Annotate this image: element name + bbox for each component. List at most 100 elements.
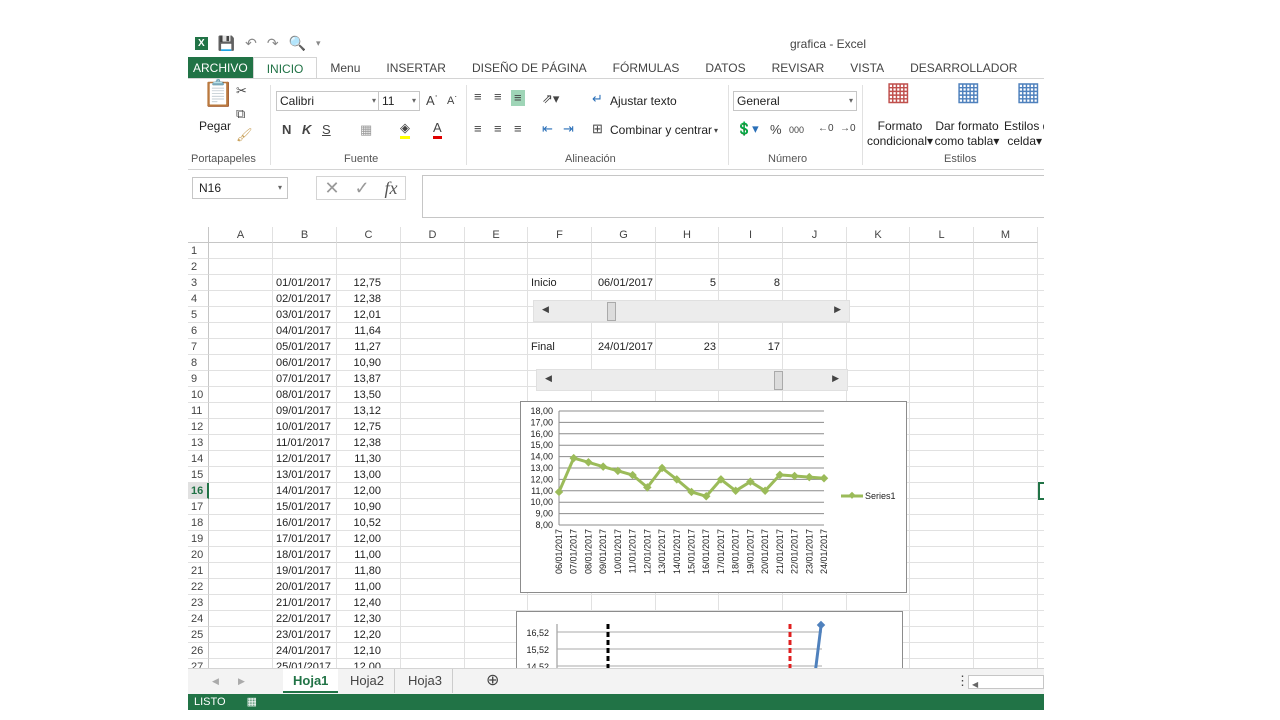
second-chart[interactable]: 16,52 15,52 14,52	[516, 611, 903, 668]
date-cell[interactable]: 19/01/2017	[273, 563, 337, 579]
format-painter-icon[interactable]: 🖌	[236, 127, 253, 143]
date-cell[interactable]: 15/01/2017	[273, 499, 337, 515]
value-cell[interactable]: 10,90	[337, 499, 401, 515]
date-cell[interactable]: 07/01/2017	[273, 371, 337, 387]
date-cell[interactable]: 17/01/2017	[273, 531, 337, 547]
row-header-16[interactable]: 16	[188, 483, 209, 499]
column-header-d[interactable]: D	[401, 227, 465, 243]
save-icon[interactable]: 💾	[218, 35, 235, 52]
row-header-1[interactable]: 1	[188, 243, 209, 259]
value-cell[interactable]: 13,00	[337, 467, 401, 483]
undo-icon[interactable]: ↶	[245, 35, 257, 52]
number-format-select[interactable]: General ▾	[733, 91, 857, 111]
cut-icon[interactable]: ✂	[236, 83, 247, 99]
value-cell[interactable]: 12,00	[337, 531, 401, 547]
tab-f-rmulas[interactable]: FÓRMULAS	[600, 57, 693, 79]
cancel-icon[interactable]: ✕	[324, 178, 339, 199]
scroll-right-arrow-icon[interactable]: ▶	[834, 304, 841, 315]
italic-button[interactable]: K	[302, 122, 311, 138]
value-cell[interactable]: 11,00	[337, 579, 401, 595]
format-as-table-button[interactable]: Dar formato como tabla▾	[934, 119, 1000, 149]
redo-icon[interactable]: ↷	[267, 35, 279, 52]
align-middle-icon[interactable]: ≡	[494, 89, 502, 105]
date-cell[interactable]: 11/01/2017	[273, 435, 337, 451]
accounting-format-icon[interactable]: 💲▾	[736, 121, 759, 137]
line-chart[interactable]: 8,00 9,00 10,00 11,00 12,00 13,00 14,00 15,00 16…	[520, 401, 907, 593]
column-header-j[interactable]: J	[783, 227, 847, 243]
customize-qat-icon[interactable]: ▾	[316, 38, 321, 49]
value-cell[interactable]: 13,12	[337, 403, 401, 419]
row-header-24[interactable]: 24	[188, 611, 209, 627]
cell-styles-button[interactable]: Estilos de celda▾	[1004, 119, 1044, 149]
i-cell-final[interactable]: 17	[719, 339, 783, 355]
print-preview-icon[interactable]: 🔍	[289, 35, 306, 52]
date-cell[interactable]: 01/01/2017	[273, 275, 337, 291]
row-header-26[interactable]: 26	[188, 643, 209, 659]
row-header-18[interactable]: 18	[188, 515, 209, 531]
inicio-scrollbar[interactable]: ◀ ▶	[533, 300, 850, 322]
borders-icon[interactable]: ▦	[360, 122, 372, 138]
column-header-m[interactable]: M	[974, 227, 1038, 243]
increase-decimal-icon[interactable]: ←0	[818, 121, 834, 137]
selected-cell-n16[interactable]	[1038, 482, 1044, 500]
horizontal-scrollbar[interactable]: ◀	[968, 675, 1044, 689]
tab-datos[interactable]: DATOS	[692, 57, 758, 79]
date-cell-final[interactable]: 24/01/2017	[592, 339, 656, 355]
select-all-corner[interactable]	[188, 227, 209, 243]
row-header-7[interactable]: 7	[188, 339, 209, 355]
new-sheet-icon[interactable]: ⊕	[476, 669, 509, 693]
row-header-9[interactable]: 9	[188, 371, 209, 387]
value-cell[interactable]: 10,90	[337, 355, 401, 371]
row-header-19[interactable]: 19	[188, 531, 209, 547]
value-cell[interactable]: 12,00	[337, 659, 401, 668]
row-header-25[interactable]: 25	[188, 627, 209, 643]
label-cell-inicio[interactable]: Inicio	[528, 275, 592, 291]
bold-button[interactable]: N	[282, 122, 291, 138]
value-cell[interactable]: 11,27	[337, 339, 401, 355]
increase-font-icon[interactable]: A˙	[426, 93, 439, 109]
row-header-22[interactable]: 22	[188, 579, 209, 595]
scroll-thumb[interactable]	[607, 302, 617, 321]
row-header-12[interactable]: 12	[188, 419, 209, 435]
row-header-17[interactable]: 17	[188, 499, 209, 515]
value-cell[interactable]: 13,87	[337, 371, 401, 387]
align-center-icon[interactable]: ≡	[494, 121, 502, 137]
align-bottom-icon[interactable]: ≡	[511, 90, 525, 106]
scroll-thumb[interactable]	[774, 371, 784, 390]
date-cell[interactable]: 06/01/2017	[273, 355, 337, 371]
enter-icon[interactable]: ✓	[355, 178, 370, 199]
orientation-icon[interactable]: ⇗▾	[542, 91, 559, 107]
scroll-left-arrow-icon[interactable]: ◀	[542, 304, 549, 315]
merge-center-button[interactable]: Combinar y centrar	[610, 123, 712, 137]
date-cell[interactable]: 13/01/2017	[273, 467, 337, 483]
prev-sheet-icon[interactable]: ◀	[202, 669, 229, 693]
decrease-decimal-icon[interactable]: →0	[840, 121, 856, 137]
decrease-font-icon[interactable]: A˙	[447, 93, 458, 109]
merge-dropdown-icon[interactable]: ▾	[714, 123, 718, 139]
date-cell[interactable]: 14/01/2017	[273, 483, 337, 499]
date-cell[interactable]: 22/01/2017	[273, 611, 337, 627]
date-cell[interactable]: 04/01/2017	[273, 323, 337, 339]
row-header-15[interactable]: 15	[188, 467, 209, 483]
value-cell[interactable]: 12,40	[337, 595, 401, 611]
scroll-left-arrow-icon[interactable]: ◀	[545, 373, 552, 384]
tab-insertar[interactable]: INSERTAR	[373, 57, 459, 79]
h-cell-final[interactable]: 23	[656, 339, 719, 355]
row-header-13[interactable]: 13	[188, 435, 209, 451]
sheet-tab-hoja3[interactable]: Hoja3	[398, 669, 453, 693]
underline-button[interactable]: S	[322, 122, 331, 138]
value-cell[interactable]: 12,75	[337, 419, 401, 435]
row-header-20[interactable]: 20	[188, 547, 209, 563]
date-cell[interactable]: 12/01/2017	[273, 451, 337, 467]
date-cell[interactable]: 09/01/2017	[273, 403, 337, 419]
value-cell[interactable]: 12,38	[337, 435, 401, 451]
h-cell-inicio[interactable]: 5	[656, 275, 719, 291]
sheet-tab-hoja2[interactable]: Hoja2	[340, 669, 395, 693]
tab-menu[interactable]: Menu	[317, 57, 373, 79]
date-cell[interactable]: 21/01/2017	[273, 595, 337, 611]
date-cell[interactable]: 24/01/2017	[273, 643, 337, 659]
wrap-text-button[interactable]: Ajustar texto	[610, 94, 677, 108]
row-header-23[interactable]: 23	[188, 595, 209, 611]
row-header-5[interactable]: 5	[188, 307, 209, 323]
value-cell[interactable]: 12,10	[337, 643, 401, 659]
